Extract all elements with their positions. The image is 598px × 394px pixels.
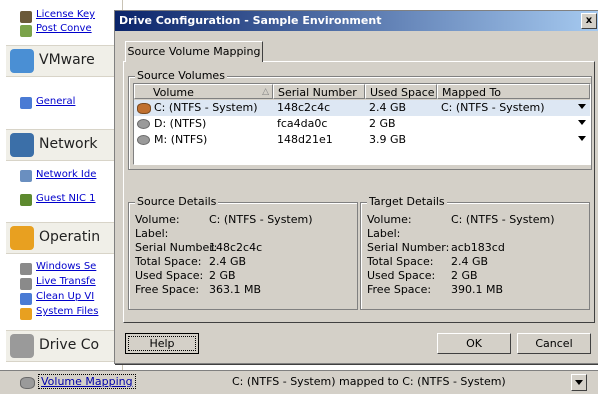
source-details-legend: Source Details — [135, 195, 219, 208]
nic-icon — [20, 194, 32, 206]
target-details-legend: Target Details — [367, 195, 447, 208]
chevron-down-icon[interactable] — [578, 120, 586, 125]
sidebar-section-operating-system[interactable]: Operatin — [6, 222, 122, 254]
chevron-down-icon[interactable] — [578, 136, 586, 141]
bottom-status-row: Volume Mapping C: (NTFS - System) mapped… — [0, 370, 598, 394]
windows-icon — [10, 226, 34, 250]
network-icon — [10, 133, 34, 157]
source-volumes-list[interactable]: Volume △ Serial Number Used Space Mapped… — [133, 83, 591, 165]
vmware-icon — [10, 49, 34, 73]
sidebar-link-post-conversion[interactable]: Post Conve — [36, 23, 120, 37]
list-header: Volume △ Serial Number Used Space Mapped… — [134, 84, 590, 100]
sidebar: License Key Post Conve VMware General Ne… — [0, 0, 123, 370]
general-icon — [20, 97, 32, 109]
column-volume[interactable]: Volume △ — [134, 84, 273, 99]
system-files-icon — [20, 308, 32, 320]
column-mapped-to[interactable]: Mapped To — [437, 84, 590, 99]
source-volumes-group: Source Volumes Volume △ Serial Number Us… — [128, 69, 592, 170]
column-serial-number[interactable]: Serial Number — [273, 84, 365, 99]
cleanup-icon — [20, 293, 32, 305]
table-row[interactable]: D: (NTFS) fca4da0c 2 GB — [134, 116, 590, 132]
sidebar-link-system-files[interactable]: System Files — [36, 306, 120, 320]
sidebar-section-vmware[interactable]: VMware — [6, 45, 122, 77]
sidebar-link-license-key[interactable]: License Key — [36, 9, 120, 23]
source-volumes-legend: Source Volumes — [135, 69, 227, 82]
gear-icon — [20, 278, 32, 290]
ok-button[interactable]: OK — [437, 333, 511, 354]
cancel-button[interactable]: Cancel — [517, 333, 591, 354]
help-button[interactable]: Help — [125, 333, 199, 354]
tab-panel: Source Volumes Volume △ Serial Number Us… — [123, 61, 595, 323]
target-details-group: Target Details Volume: C: (NTFS - System)… — [360, 195, 590, 310]
network-id-icon — [20, 170, 32, 182]
drive-configuration-dialog: Drive Configuration - Sample Environment… — [114, 10, 598, 364]
column-used-space[interactable]: Used Space — [365, 84, 437, 99]
sidebar-link-live-transfer[interactable]: Live Transfe — [36, 276, 120, 290]
gear-icon — [20, 263, 32, 275]
drive-icon — [10, 334, 34, 358]
volume-mapping-link[interactable]: Volume Mapping — [38, 374, 136, 389]
mapping-summary: C: (NTFS - System) mapped to C: (NTFS - … — [232, 375, 506, 388]
system-drive-icon — [137, 103, 151, 114]
chevron-down-icon[interactable] — [578, 104, 586, 109]
source-details-group: Source Details Volume: C: (NTFS - System)… — [128, 195, 358, 310]
table-row[interactable]: M: (NTFS) 148d21e1 3.9 GB — [134, 132, 590, 148]
table-row[interactable]: C: (NTFS - System) 148c2c4c 2.4 GB C: (N… — [134, 100, 590, 116]
tab-source-volume-mapping[interactable]: Source Volume Mapping — [125, 41, 263, 62]
sort-arrow-icon: △ — [262, 87, 269, 97]
chevron-down-icon — [575, 380, 583, 385]
dialog-titlebar[interactable]: Drive Configuration - Sample Environment… — [115, 11, 598, 31]
sidebar-link-general[interactable]: General — [36, 96, 120, 110]
close-icon[interactable]: x — [581, 13, 597, 29]
sidebar-link-windows-services[interactable]: Windows Se — [36, 261, 120, 275]
disk-drive-icon — [137, 135, 150, 145]
dialog-title: Drive Configuration - Sample Environment — [119, 14, 382, 27]
sidebar-link-clean-up[interactable]: Clean Up VI — [36, 291, 120, 305]
sidebar-section-drive-configuration[interactable]: Drive Co — [6, 330, 122, 362]
mapping-dropdown[interactable] — [571, 374, 587, 391]
drive-icon — [20, 377, 35, 389]
sidebar-link-network-identity[interactable]: Network Ide — [36, 169, 120, 183]
convert-icon — [20, 25, 32, 37]
sidebar-section-network[interactable]: Network — [6, 129, 122, 161]
key-icon — [20, 11, 32, 23]
sidebar-link-guest-nic[interactable]: Guest NIC 1 — [36, 193, 120, 207]
disk-drive-icon — [137, 119, 150, 129]
